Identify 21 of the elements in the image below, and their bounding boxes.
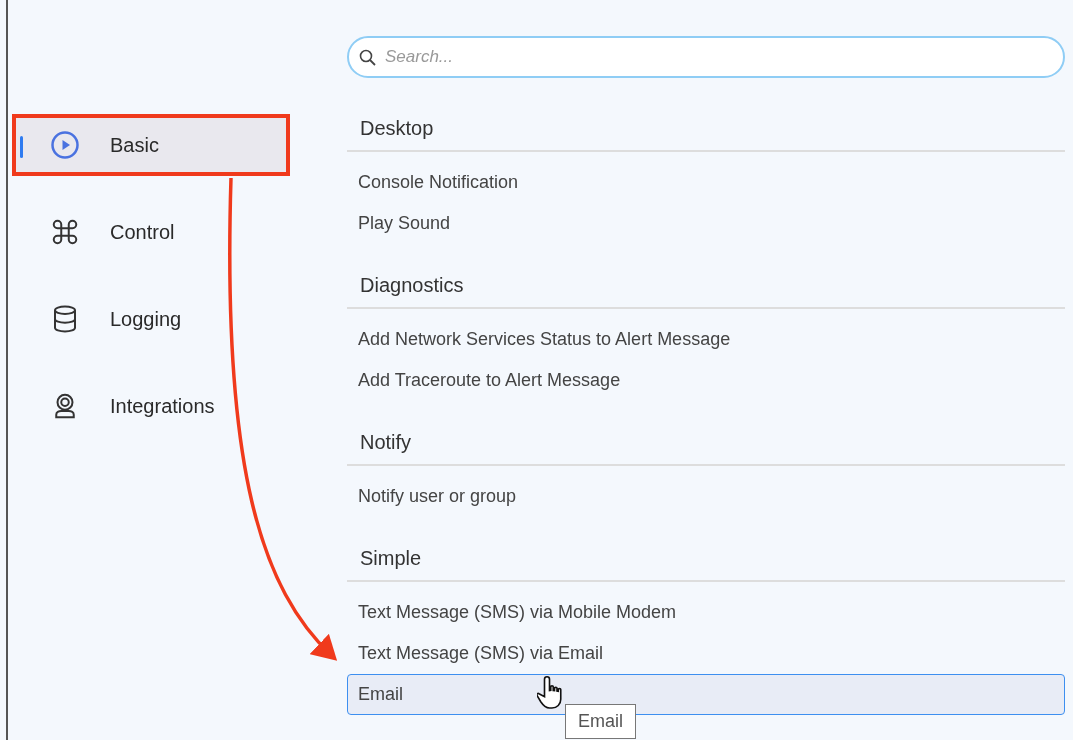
list-item[interactable]: Console Notification bbox=[347, 162, 1065, 203]
search-icon bbox=[358, 48, 378, 68]
section-heading: Diagnostics bbox=[347, 274, 1065, 309]
list-item[interactable]: Email bbox=[347, 674, 1065, 715]
list-item[interactable]: Add Network Services Status to Alert Message bbox=[347, 319, 1065, 360]
section-heading: Desktop bbox=[347, 117, 1065, 152]
list-item[interactable]: Notify user or group bbox=[347, 476, 1065, 517]
section-heading: Simple bbox=[347, 547, 1065, 582]
list-item[interactable]: Text Message (SMS) via Email bbox=[347, 633, 1065, 674]
sidebar-item[interactable]: Basic bbox=[14, 116, 288, 174]
tooltip: Email bbox=[565, 704, 636, 739]
list-item[interactable]: Play Sound bbox=[347, 203, 1065, 244]
sidebar-item[interactable]: Integrations bbox=[14, 377, 288, 435]
list-item[interactable]: Text Message (SMS) via Mobile Modem bbox=[347, 592, 1065, 633]
list-item[interactable]: Add Traceroute to Alert Message bbox=[347, 360, 1065, 401]
play-icon bbox=[50, 130, 80, 160]
section-heading: Notify bbox=[347, 431, 1065, 466]
command-icon bbox=[50, 217, 80, 247]
sidebar-item[interactable]: Control bbox=[14, 203, 288, 261]
sidebar-item[interactable]: Logging bbox=[14, 290, 288, 348]
search-field[interactable]: Search... bbox=[347, 36, 1065, 78]
